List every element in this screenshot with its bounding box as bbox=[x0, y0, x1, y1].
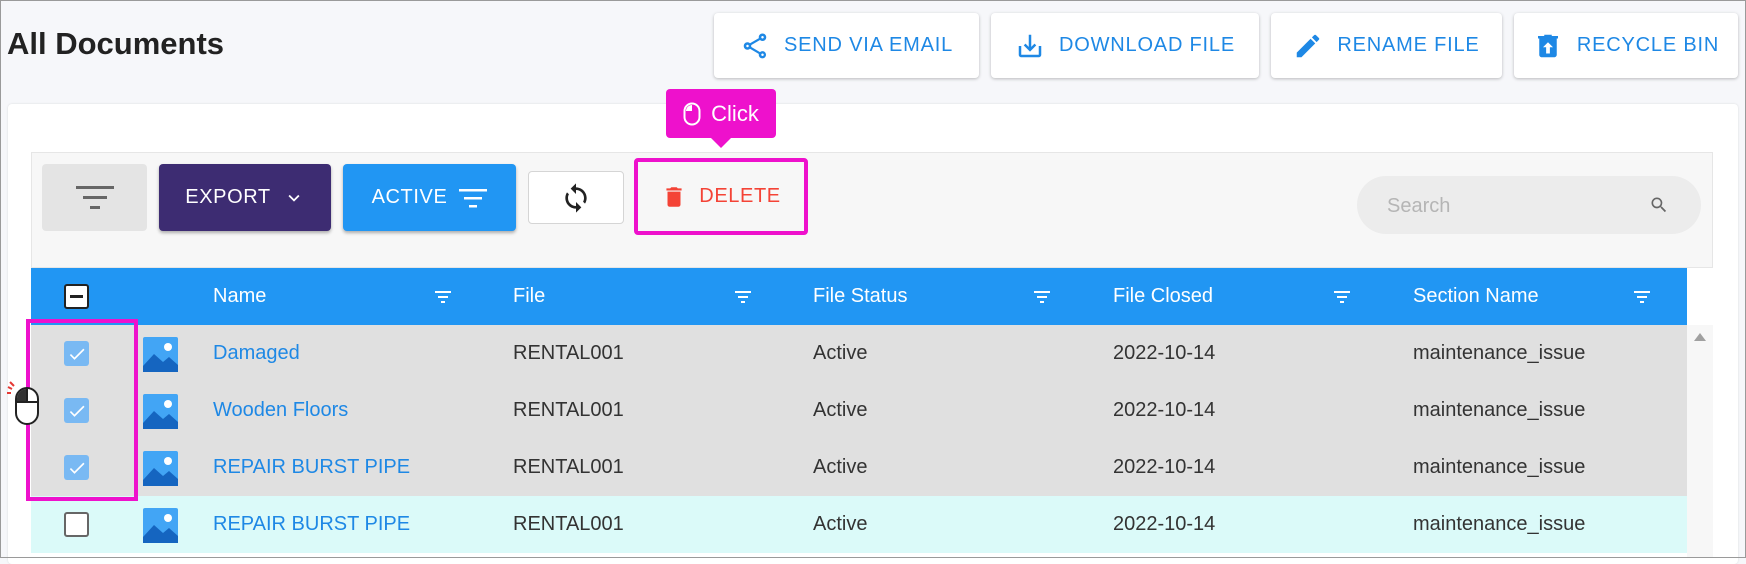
table-row[interactable]: REPAIR BURST PIPE RENTAL001 Active 2022-… bbox=[31, 496, 1687, 553]
row-checkbox[interactable] bbox=[64, 398, 89, 423]
check-icon bbox=[69, 462, 84, 474]
check-icon bbox=[69, 348, 84, 360]
mouse-icon bbox=[683, 102, 701, 125]
refresh-button[interactable] bbox=[528, 171, 624, 224]
column-filter-icon[interactable] bbox=[435, 289, 451, 305]
sync-icon bbox=[565, 182, 587, 213]
search-input[interactable] bbox=[1385, 176, 1639, 236]
row-status: Active bbox=[813, 456, 868, 478]
image-icon bbox=[143, 508, 178, 543]
download-file-button[interactable]: DOWNLOAD FILE bbox=[991, 13, 1259, 78]
row-file: RENTAL001 bbox=[513, 513, 624, 535]
column-header-file[interactable]: File bbox=[513, 268, 545, 325]
tooltip-label: Click bbox=[711, 100, 759, 126]
image-icon bbox=[143, 394, 178, 429]
delete-label: DELETE bbox=[699, 185, 781, 207]
row-name-link[interactable]: Wooden Floors bbox=[213, 382, 348, 439]
column-filter-icon[interactable] bbox=[1334, 289, 1350, 305]
row-closed-date: 2022-10-14 bbox=[1113, 342, 1216, 364]
row-checkbox[interactable] bbox=[64, 512, 89, 537]
row-section: maintenance_issue bbox=[1413, 513, 1586, 535]
delete-button[interactable]: DELETE bbox=[634, 158, 808, 235]
row-file: RENTAL001 bbox=[513, 399, 624, 421]
active-label: ACTIVE bbox=[371, 186, 448, 208]
rename-file-label: RENAME FILE bbox=[1337, 34, 1480, 56]
send-via-email-label: SEND VIA EMAIL bbox=[783, 34, 954, 56]
pencil-icon bbox=[1297, 34, 1320, 57]
row-name-link[interactable]: Damaged bbox=[213, 325, 300, 382]
image-icon bbox=[143, 451, 178, 486]
row-closed-date: 2022-10-14 bbox=[1113, 513, 1216, 535]
recycle-bin-button[interactable]: RECYCLE BIN bbox=[1514, 13, 1738, 78]
active-filter-button[interactable]: ACTIVE bbox=[343, 164, 516, 231]
download-icon bbox=[1018, 34, 1042, 57]
filter-lines-icon bbox=[459, 188, 488, 207]
row-file: RENTAL001 bbox=[513, 342, 624, 364]
table-row[interactable]: Wooden Floors RENTAL001 Active 2022-10-1… bbox=[31, 382, 1687, 439]
column-filter-icon[interactable] bbox=[735, 289, 751, 305]
row-checkbox[interactable] bbox=[64, 455, 89, 480]
image-icon bbox=[143, 337, 178, 372]
recycle-bin-label: RECYCLE BIN bbox=[1576, 34, 1720, 56]
row-section: maintenance_issue bbox=[1413, 342, 1586, 364]
select-all-checkbox[interactable] bbox=[64, 284, 89, 309]
export-button[interactable]: EXPORT bbox=[159, 164, 331, 231]
filter-toggle-button[interactable] bbox=[42, 164, 147, 231]
check-icon bbox=[69, 405, 84, 417]
trash-icon bbox=[666, 186, 682, 207]
rename-file-button[interactable]: RENAME FILE bbox=[1271, 13, 1502, 78]
table-header: Name File File Status File Closed Sectio… bbox=[31, 268, 1687, 325]
vertical-scrollbar[interactable] bbox=[1687, 325, 1713, 558]
mouse-cursor-icon bbox=[7, 381, 39, 425]
column-header-file-closed[interactable]: File Closed bbox=[1113, 268, 1213, 325]
column-header-file-status[interactable]: File Status bbox=[813, 268, 907, 325]
row-status: Active bbox=[813, 342, 868, 364]
send-via-email-button[interactable]: SEND VIA EMAIL bbox=[714, 13, 979, 78]
column-header-name[interactable]: Name bbox=[213, 268, 266, 325]
table-row[interactable]: REPAIR BURST PIPE RENTAL001 Active 2022-… bbox=[31, 439, 1687, 496]
row-status: Active bbox=[813, 399, 868, 421]
chevron-down-icon bbox=[288, 194, 300, 202]
row-closed-date: 2022-10-14 bbox=[1113, 399, 1216, 421]
row-closed-date: 2022-10-14 bbox=[1113, 456, 1216, 478]
filter-lines-icon bbox=[75, 185, 114, 209]
search-icon[interactable] bbox=[1649, 195, 1669, 215]
row-section: maintenance_issue bbox=[1413, 399, 1586, 421]
recycle-bin-icon bbox=[1537, 34, 1558, 57]
row-file: RENTAL001 bbox=[513, 456, 624, 478]
share-icon bbox=[743, 33, 767, 58]
row-checkbox[interactable] bbox=[64, 341, 89, 366]
column-header-section-name[interactable]: Section Name bbox=[1413, 268, 1539, 325]
row-name-link[interactable]: REPAIR BURST PIPE bbox=[213, 439, 410, 496]
column-filter-icon[interactable] bbox=[1634, 289, 1650, 305]
export-label: EXPORT bbox=[185, 186, 271, 208]
download-file-label: DOWNLOAD FILE bbox=[1059, 34, 1235, 56]
search-box bbox=[1357, 176, 1701, 236]
page-title: All Documents bbox=[7, 26, 225, 61]
click-tooltip: Click bbox=[666, 89, 776, 148]
scroll-up-arrow-icon[interactable] bbox=[1694, 333, 1706, 341]
row-section: maintenance_issue bbox=[1413, 456, 1586, 478]
row-status: Active bbox=[813, 513, 868, 535]
table-row[interactable]: Damaged RENTAL001 Active 2022-10-14 main… bbox=[31, 325, 1687, 382]
row-name-link[interactable]: REPAIR BURST PIPE bbox=[213, 496, 410, 553]
column-filter-icon[interactable] bbox=[1034, 289, 1050, 305]
documents-table: Name File File Status File Closed Sectio… bbox=[31, 268, 1687, 553]
